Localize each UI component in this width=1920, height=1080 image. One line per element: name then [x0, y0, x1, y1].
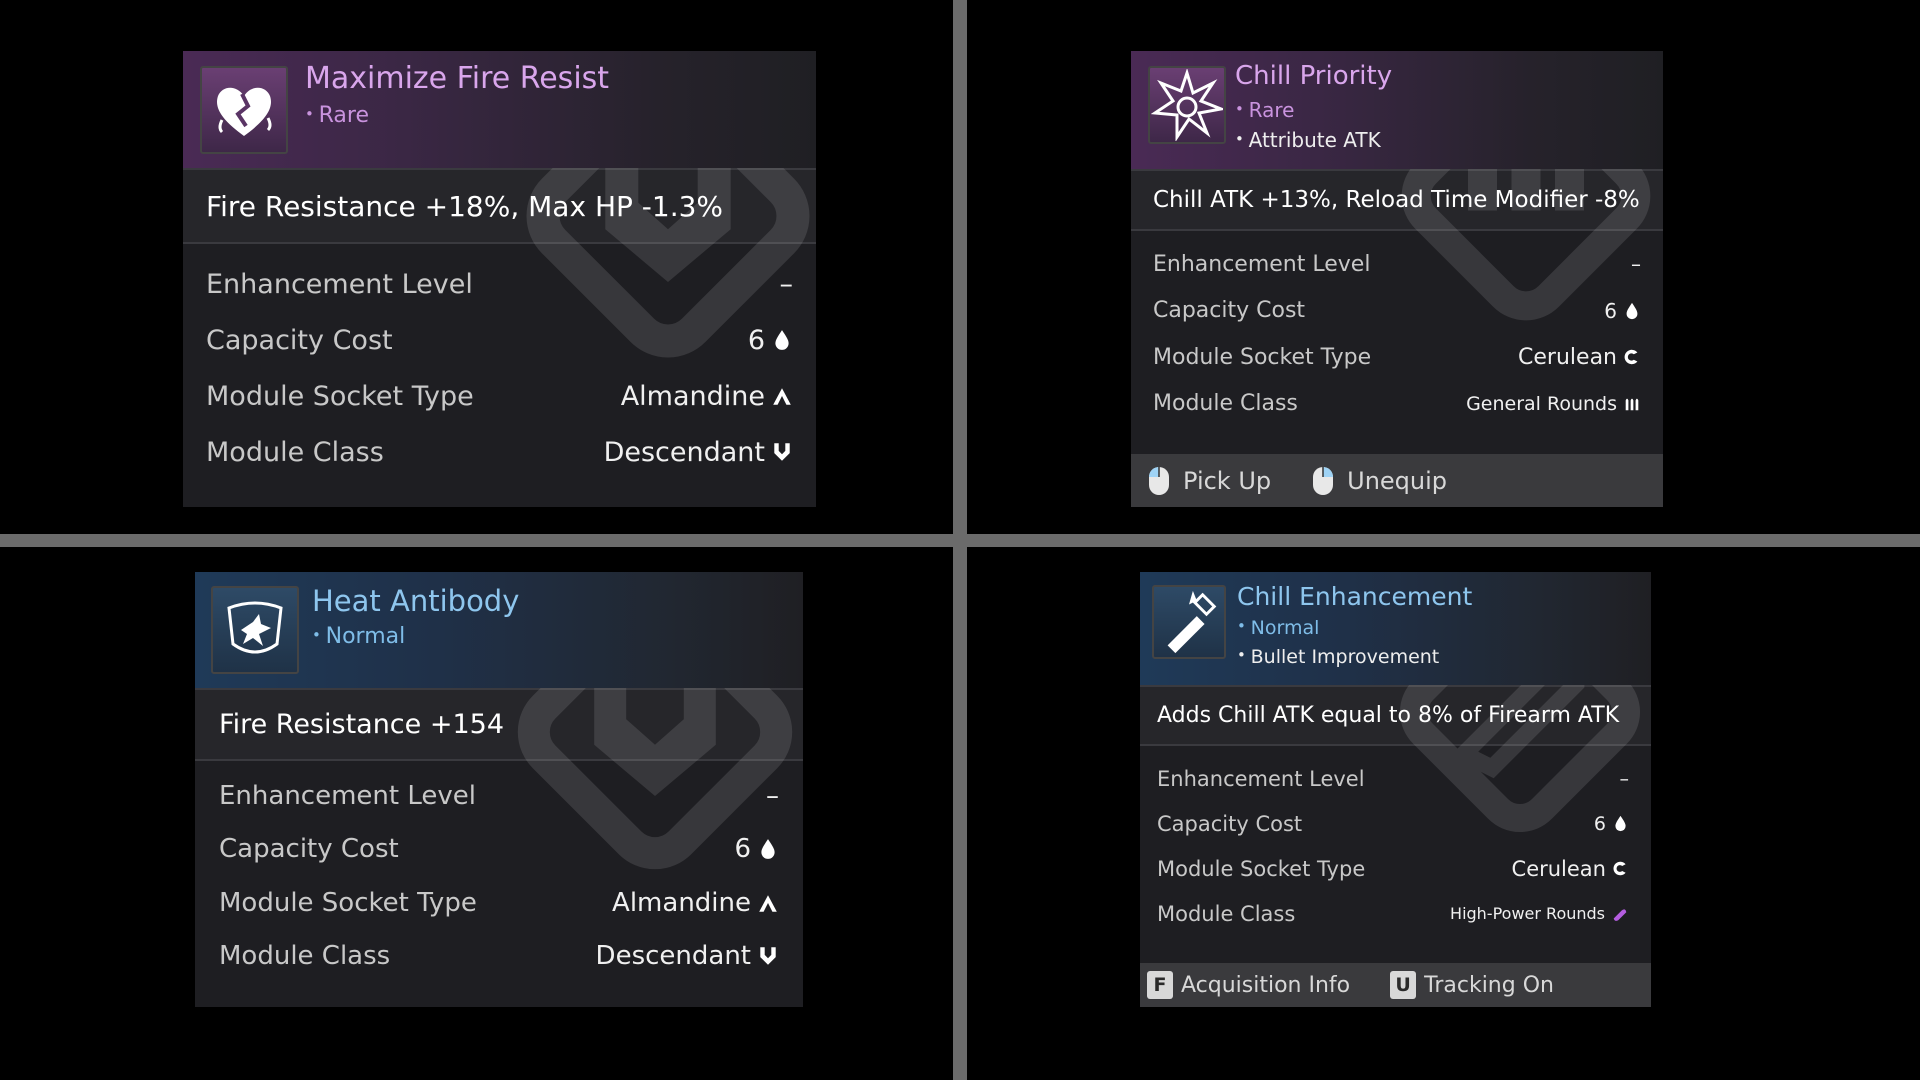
unequip-action[interactable]: Unequip: [1311, 465, 1447, 497]
module-effect: Chill ATK +13%, Reload Time Modifier -8%: [1131, 169, 1663, 231]
module-grade: Normal: [1237, 617, 1320, 639]
tracking-on-label: Tracking On: [1424, 972, 1554, 998]
stat-label: Enhancement Level: [1157, 766, 1365, 791]
stat-label: Module Class: [1153, 391, 1298, 417]
module-card-maximize-fire-resist: Maximize Fire Resist Rare Fire Resistanc…: [183, 51, 816, 507]
stat-label: Enhancement Level: [1153, 251, 1371, 277]
cerulean-socket-icon: [1624, 350, 1638, 365]
stat-row-module-class: Module Class Descendant: [206, 424, 793, 480]
stat-row-enhancement-level: Enhancement Level –: [206, 256, 793, 312]
pick-up-label: Pick Up: [1183, 466, 1272, 495]
stat-value: 6: [1604, 298, 1617, 323]
u-key-icon: U: [1390, 971, 1417, 999]
stat-label: Module Socket Type: [1153, 344, 1372, 370]
stat-value: Almandine: [620, 380, 765, 412]
module-grade: Rare: [305, 103, 369, 128]
stat-value: Descendant: [603, 436, 765, 468]
stat-row-module-class: Module Class General Rounds: [1153, 381, 1641, 428]
module-grade: Normal: [312, 624, 406, 649]
f-key-icon: F: [1147, 971, 1173, 999]
stat-label: Module Class: [206, 436, 384, 468]
mouse-left-icon: [1149, 466, 1169, 495]
high-power-rounds-icon: [1613, 908, 1627, 921]
mouse-right-icon: [1313, 466, 1334, 495]
module-card-heat-antibody: Heat Antibody Normal Fire Resistance +15…: [195, 572, 803, 1007]
stat-value: 6: [747, 324, 765, 356]
cerulean-socket-icon: [1613, 861, 1626, 876]
stat-value: –: [779, 268, 794, 300]
stat-row-module-socket-type: Module Socket Type Cerulean: [1153, 334, 1641, 381]
drop-icon: [1615, 815, 1626, 832]
stat-value: 6: [734, 834, 751, 865]
quadrant-divider-horizontal: [0, 534, 1920, 547]
action-bar: F Acquisition Info U Tracking On: [1140, 963, 1651, 1007]
module-title: Chill Priority: [1235, 61, 1393, 91]
stat-row-capacity-cost: Capacity Cost 6: [1157, 801, 1629, 846]
module-type: Attribute ATK: [1235, 128, 1381, 152]
stat-row-capacity-cost: Capacity Cost 6: [206, 312, 793, 368]
stat-row-module-socket-type: Module Socket Type Almandine: [206, 368, 793, 424]
broken-heart-icon: [200, 66, 288, 154]
stat-row-module-socket-type: Module Socket Type Almandine: [219, 876, 779, 930]
module-card-chill-enhancement: Chill Enhancement Normal Bullet Improvem…: [1140, 572, 1651, 1007]
stat-row-capacity-cost: Capacity Cost 6: [219, 823, 779, 877]
stat-row-enhancement-level: Enhancement Level –: [219, 769, 779, 823]
descendant-class-icon: [760, 947, 776, 966]
stat-row-enhancement-level: Enhancement Level –: [1157, 756, 1629, 801]
stat-label: Module Class: [219, 941, 391, 972]
stat-row-module-socket-type: Module Socket Type Cerulean: [1157, 846, 1629, 891]
stat-value: High-Power Rounds: [1450, 904, 1605, 923]
stat-row-module-class: Module Class Descendant: [219, 930, 779, 984]
stat-label: Module Socket Type: [219, 887, 477, 918]
module-title: Heat Antibody: [312, 584, 520, 618]
stat-value: General Rounds: [1466, 392, 1617, 415]
stat-value: –: [1631, 252, 1641, 277]
stat-label: Enhancement Level: [206, 268, 473, 300]
module-title: Chill Enhancement: [1237, 582, 1473, 611]
drop-icon: [761, 839, 775, 860]
stat-row-capacity-cost: Capacity Cost 6: [1153, 288, 1641, 335]
module-type: Bullet Improvement: [1237, 646, 1440, 668]
action-bar: Pick Up Unequip: [1131, 454, 1663, 507]
stat-label: Capacity Cost: [219, 834, 399, 865]
module-effect: Fire Resistance +18%, Max HP -1.3%: [183, 168, 816, 244]
module-grade: Rare: [1235, 98, 1295, 122]
stat-value: Descendant: [595, 941, 751, 972]
acquisition-info-action[interactable]: F Acquisition Info: [1147, 971, 1350, 999]
stat-value: –: [1619, 767, 1630, 790]
stat-value: Cerulean: [1511, 856, 1606, 881]
drop-icon: [775, 330, 789, 350]
almandine-socket-icon: [759, 895, 777, 912]
module-effect: Adds Chill ATK equal to 8% of Firearm AT…: [1140, 685, 1651, 746]
module-title: Maximize Fire Resist: [305, 61, 610, 96]
unequip-label: Unequip: [1347, 466, 1448, 495]
stat-value: –: [766, 780, 779, 811]
descendant-class-icon: [774, 443, 790, 461]
tracking-toggle-action[interactable]: U Tracking On: [1390, 971, 1554, 999]
stat-label: Module Socket Type: [1157, 856, 1366, 881]
pick-up-action[interactable]: Pick Up: [1147, 465, 1271, 497]
stat-label: Module Class: [1157, 901, 1296, 926]
general-rounds-icon: [1625, 398, 1639, 411]
stat-value: Cerulean: [1518, 344, 1617, 370]
stat-row-module-class: Module Class High-Power Rounds: [1157, 891, 1629, 936]
module-effect: Fire Resistance +154: [195, 688, 803, 761]
stat-value: Almandine: [612, 887, 751, 918]
module-card-chill-priority: Chill Priority Rare Attribute ATK Chill …: [1131, 51, 1663, 507]
burst-icon: [1148, 66, 1226, 144]
acquisition-info-label: Acquisition Info: [1181, 972, 1351, 998]
stat-row-enhancement-level: Enhancement Level –: [1153, 241, 1641, 288]
stat-value: 6: [1593, 812, 1606, 835]
syringe-icon: [1152, 585, 1226, 659]
stat-label: Capacity Cost: [1153, 298, 1306, 324]
drop-icon: [1626, 302, 1638, 319]
almandine-socket-icon: [773, 388, 791, 405]
stat-label: Capacity Cost: [206, 324, 393, 356]
stat-label: Module Socket Type: [206, 380, 474, 412]
shield-body-icon: [211, 586, 299, 674]
stat-label: Enhancement Level: [219, 780, 476, 811]
stat-label: Capacity Cost: [1157, 811, 1303, 836]
